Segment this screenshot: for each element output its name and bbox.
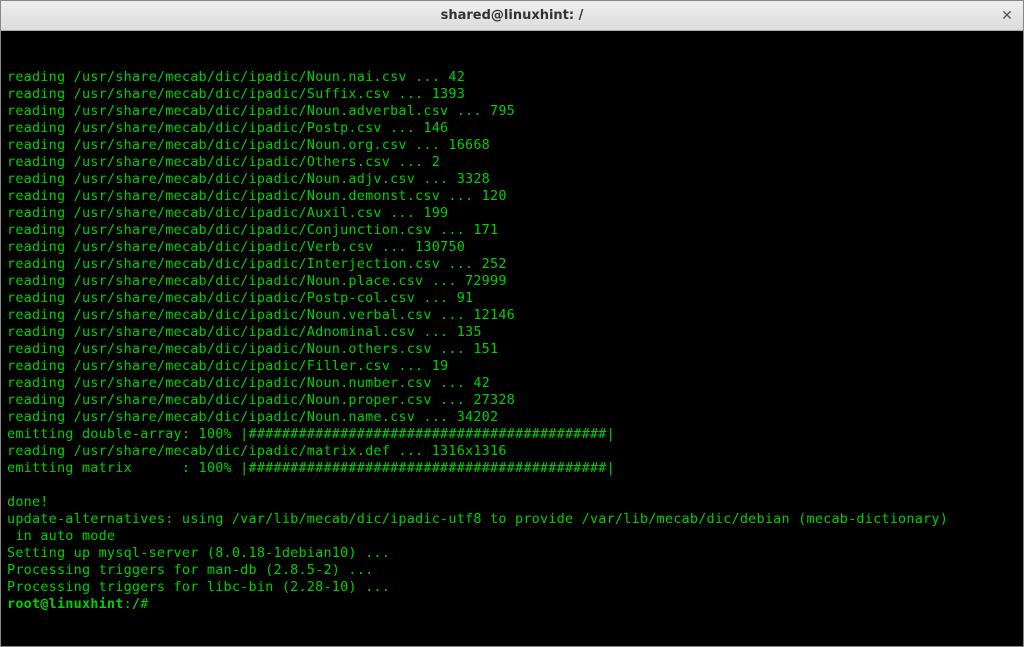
output-line: reading /usr/share/mecab/dic/ipadic/Noun… [7, 375, 1017, 392]
output-lines: reading /usr/share/mecab/dic/ipadic/Noun… [7, 69, 1017, 596]
output-line: reading /usr/share/mecab/dic/ipadic/Othe… [7, 154, 1017, 171]
output-line: reading /usr/share/mecab/dic/ipadic/Post… [7, 290, 1017, 307]
output-line: Processing triggers for libc-bin (2.28-1… [7, 579, 1017, 596]
output-line: emitting double-array: 100% |###########… [7, 426, 1017, 443]
output-line: emitting matrix : 100% |################… [7, 460, 1017, 477]
output-line: reading /usr/share/mecab/dic/ipadic/Verb… [7, 239, 1017, 256]
terminal-output[interactable]: reading /usr/share/mecab/dic/ipadic/Noun… [1, 31, 1023, 646]
output-line: reading /usr/share/mecab/dic/ipadic/Inte… [7, 256, 1017, 273]
output-line: reading /usr/share/mecab/dic/ipadic/Noun… [7, 307, 1017, 324]
output-line: reading /usr/share/mecab/dic/ipadic/Post… [7, 120, 1017, 137]
output-line: Processing triggers for man-db (2.8.5-2)… [7, 562, 1017, 579]
window-titlebar[interactable]: shared@linuxhint: / ✕ [1, 1, 1023, 31]
output-line: done! [7, 494, 1017, 511]
output-line: reading /usr/share/mecab/dic/ipadic/Noun… [7, 103, 1017, 120]
window-title: shared@linuxhint: / [441, 8, 584, 23]
output-line: reading /usr/share/mecab/dic/ipadic/Suff… [7, 86, 1017, 103]
prompt-path: / [132, 596, 140, 612]
output-line: reading /usr/share/mecab/dic/ipadic/matr… [7, 443, 1017, 460]
output-line: reading /usr/share/mecab/dic/ipadic/Noun… [7, 69, 1017, 86]
output-line: reading /usr/share/mecab/dic/ipadic/Noun… [7, 171, 1017, 188]
output-line: reading /usr/share/mecab/dic/ipadic/Fill… [7, 358, 1017, 375]
prompt-symbol: # [140, 596, 148, 612]
output-line: reading /usr/share/mecab/dic/ipadic/Noun… [7, 137, 1017, 154]
output-line: reading /usr/share/mecab/dic/ipadic/Noun… [7, 392, 1017, 409]
output-line [7, 477, 1017, 494]
output-line: reading /usr/share/mecab/dic/ipadic/Noun… [7, 273, 1017, 290]
close-icon[interactable]: ✕ [999, 8, 1015, 24]
output-line: reading /usr/share/mecab/dic/ipadic/Conj… [7, 222, 1017, 239]
output-line: in auto mode [7, 528, 1017, 545]
output-line: reading /usr/share/mecab/dic/ipadic/Noun… [7, 341, 1017, 358]
output-line: reading /usr/share/mecab/dic/ipadic/Noun… [7, 188, 1017, 205]
terminal-window: shared@linuxhint: / ✕ reading /usr/share… [0, 0, 1024, 647]
prompt-line: root@linuxhint:/# [7, 596, 1017, 613]
output-line: reading /usr/share/mecab/dic/ipadic/Adno… [7, 324, 1017, 341]
output-line: reading /usr/share/mecab/dic/ipadic/Auxi… [7, 205, 1017, 222]
prompt-user-host: root@linuxhint [7, 596, 124, 612]
output-line: Setting up mysql-server (8.0.18-1debian1… [7, 545, 1017, 562]
prompt-separator: : [124, 596, 132, 612]
output-line: update-alternatives: using /var/lib/meca… [7, 511, 1017, 528]
output-line: reading /usr/share/mecab/dic/ipadic/Noun… [7, 409, 1017, 426]
